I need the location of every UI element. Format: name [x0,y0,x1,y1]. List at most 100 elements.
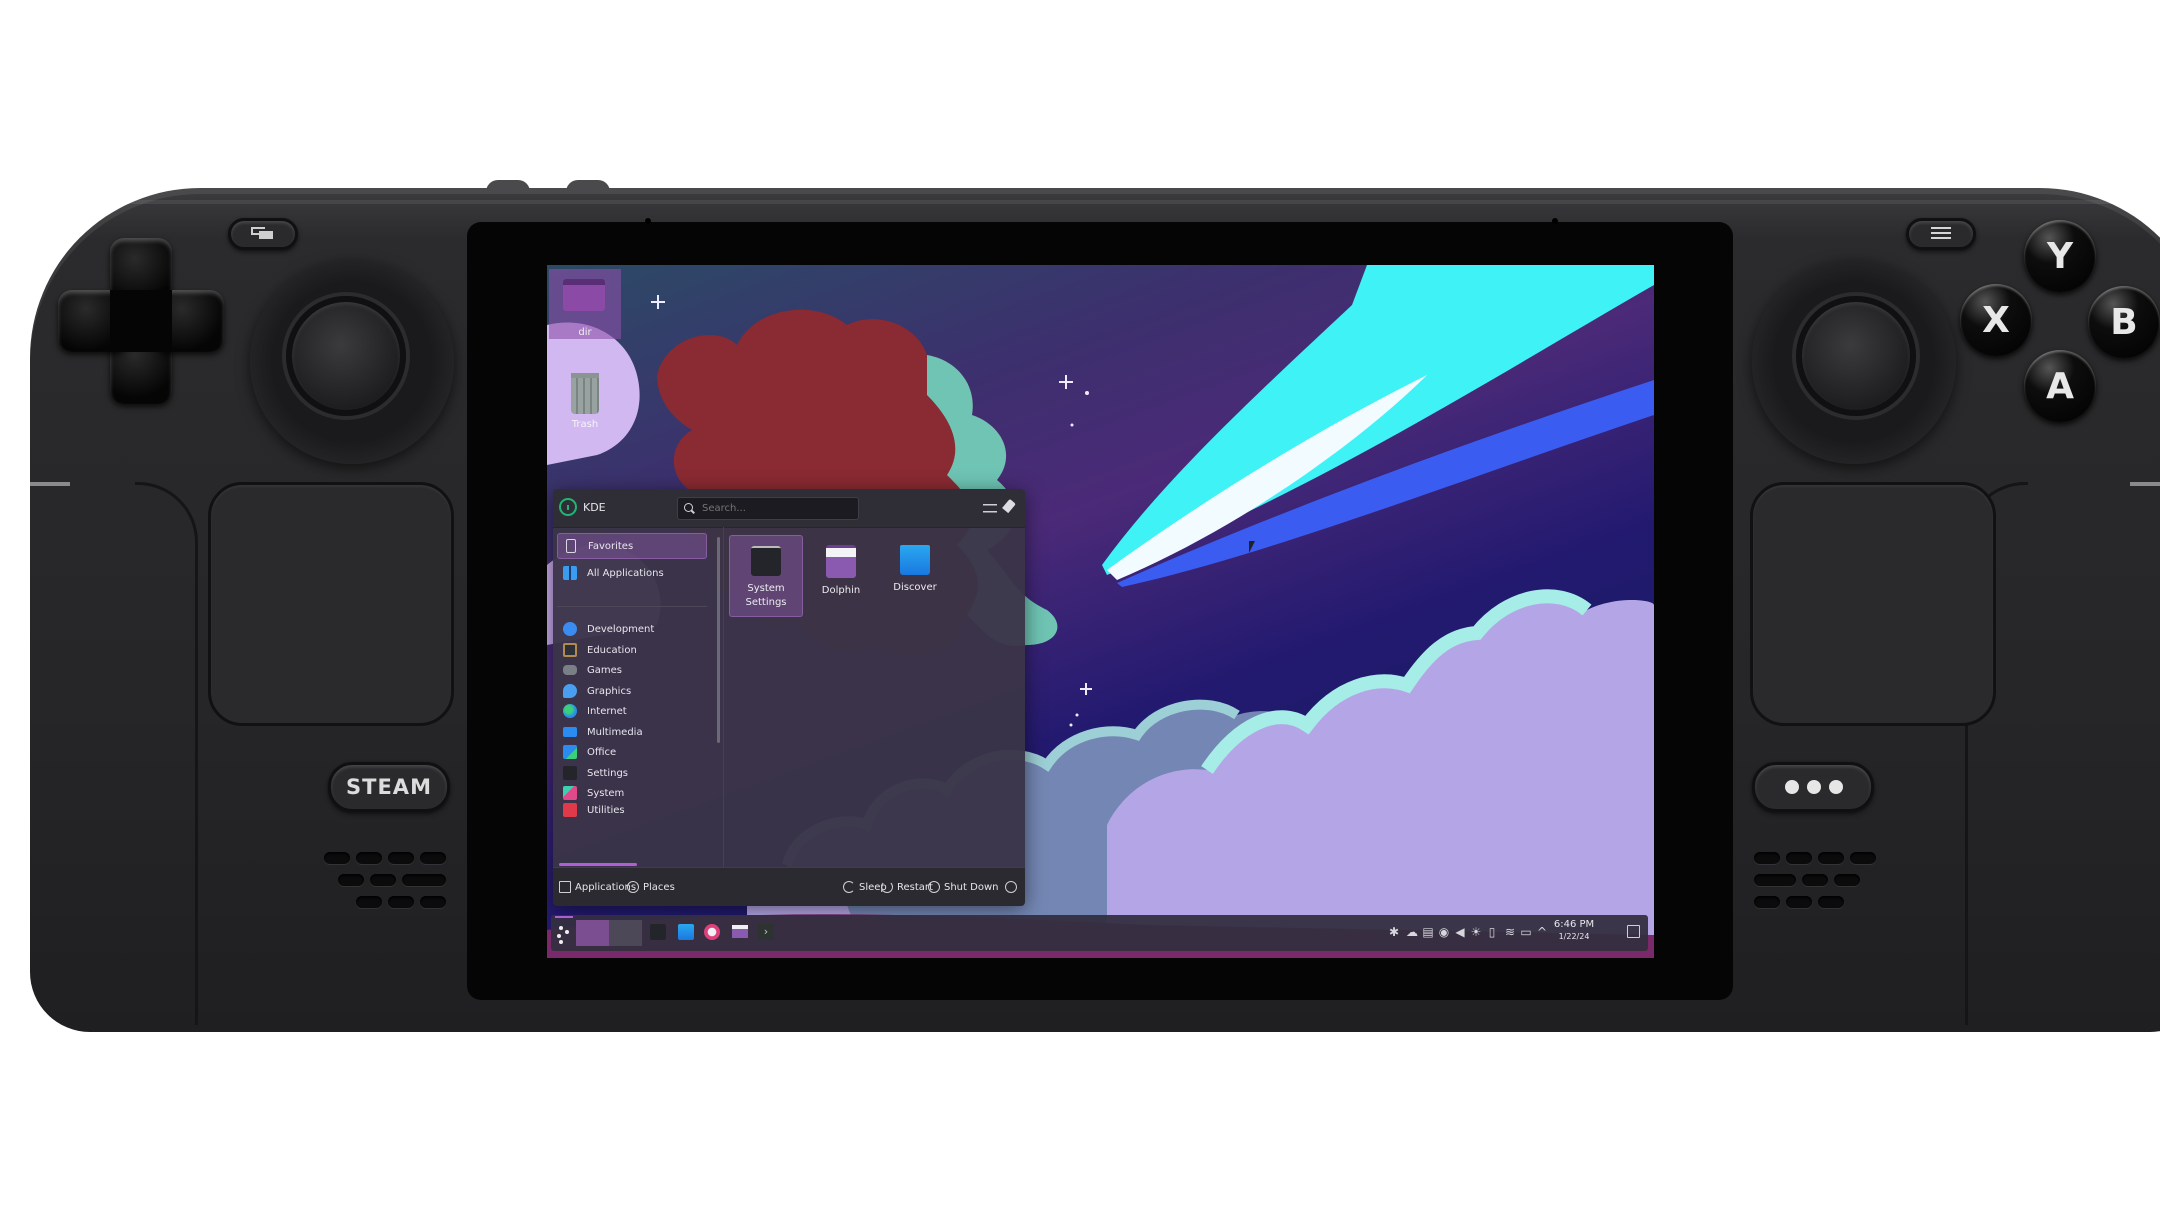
tab-places[interactable]: Places [627,868,675,906]
ambient-light-sensor [1552,218,1558,224]
category-list: Favorites All Applications Development E… [553,527,713,867]
menu-icon-middle [1931,232,1951,234]
a-button[interactable]: A [2024,350,2096,422]
steam-button-label: STEAM [346,775,432,799]
pager-desktop-2[interactable] [609,920,642,946]
steam-button[interactable]: STEAM [328,762,450,812]
mouse-cursor [1249,541,1261,553]
bookmark-icon [566,539,576,553]
expand-tray-icon[interactable]: ^ [1535,925,1549,939]
search-field[interactable] [677,497,859,520]
grille-slot [388,852,414,864]
desktop-icon-trash[interactable]: Trash [549,365,621,435]
category-label: Games [587,664,622,676]
trash-icon [571,373,599,414]
restart-button[interactable]: Restart [881,868,933,906]
volume-icon[interactable]: ◀ [1453,925,1467,939]
discover-bag-icon [900,545,930,575]
utilities-icon [563,803,577,817]
education-icon [563,643,577,657]
dolphin-folder-icon [826,545,856,578]
x-button[interactable]: X [1960,284,2032,356]
wifi-icon[interactable]: ≋ [1503,925,1517,939]
favorite-dolphin[interactable]: Dolphin [804,535,878,617]
category-scrollbar[interactable] [717,537,720,743]
dpad[interactable] [58,238,224,404]
clipboard-icon[interactable]: ▤ [1421,925,1435,939]
games-icon [563,665,577,675]
task-system-settings[interactable] [649,920,667,946]
grille-slot [356,852,382,864]
grille-slot [1754,852,1780,864]
steam-icon [704,924,720,940]
category-label: Settings [587,767,629,779]
quick-access-button[interactable] [1752,762,1874,812]
kde-application-launcher: KDE Favorites All Applications Developme… [553,489,1025,906]
app-label: Discover [893,582,937,593]
desktop-icon-label: dir [578,327,592,338]
application-launcher-button[interactable] [555,916,573,946]
category-separator [557,606,707,607]
shut-down-button[interactable]: Shut Down [928,868,998,906]
tab-applications[interactable]: Applications [559,868,636,906]
favorite-system-settings[interactable]: System Settings [729,535,803,617]
system-settings-icon [650,924,666,940]
category-favorites[interactable]: Favorites [557,533,707,559]
task-discover[interactable] [677,920,695,946]
brightness-icon[interactable]: ☀ [1469,925,1483,939]
desktop-screen[interactable]: dir Trash KDE Favorites All A [547,265,1654,958]
right-thumbstick[interactable] [1796,296,1916,416]
multimedia-icon [563,727,577,737]
device-icon[interactable]: ▯ [1485,925,1499,939]
y-button[interactable]: Y [2024,220,2096,292]
task-konsole[interactable]: › [757,920,775,946]
device-top-rim [30,200,2160,204]
task-dolphin[interactable] [731,920,749,946]
category-label: System [587,787,625,799]
configure-icon[interactable] [983,501,997,515]
graphics-icon [563,684,577,698]
launcher-active-indicator [555,916,573,918]
user-avatar-icon[interactable] [559,498,577,516]
pin-icon[interactable] [1002,498,1016,514]
dpad-center [110,290,172,352]
grille-slot [420,852,446,864]
grille-slot [1834,874,1860,886]
system-icon [563,786,577,800]
category-all-applications[interactable]: All Applications [557,560,707,586]
battery-icon[interactable]: ▭ [1519,925,1533,939]
digital-clock[interactable]: 6:46 PM 1/22/24 [1551,919,1597,943]
grille-slot [1850,852,1876,864]
category-utilities[interactable]: Utilities [557,801,707,819]
discover-bag-icon [678,924,694,940]
user-name: KDE [583,501,606,514]
b-button[interactable]: B [2088,286,2160,358]
right-trackpad[interactable] [1750,482,1996,726]
desktop-icon-dir[interactable]: dir [549,269,621,339]
left-trackpad[interactable] [208,482,454,726]
left-grip-seam [135,482,198,1025]
ambient-light-sensor [645,218,651,224]
notifications-icon[interactable]: ✱ [1387,925,1401,939]
desktop-icon-label: Trash [571,419,599,430]
favorites-grid: System Settings Dolphin Discover [727,527,1023,867]
search-input[interactable] [700,502,854,515]
show-desktop-icon[interactable] [1627,925,1640,938]
sleep-icon [843,881,855,893]
pager-desktop-1[interactable] [576,920,609,946]
favorite-discover[interactable]: Discover [878,535,952,617]
task-steam[interactable] [703,920,721,946]
more-actions-button[interactable] [1005,868,1021,906]
grille-slot [1818,852,1844,864]
cloud-sync-icon[interactable]: ☁ [1405,925,1419,939]
menu-button[interactable] [1906,218,1976,250]
grille-slot [370,874,396,886]
taskbar: › ✱ ☁ ▤ ◉ ◀ ☀ ▯ ≋ ▭ ^ 6:46 PM 1/22/24 [551,915,1648,951]
view-button[interactable] [228,218,298,250]
media-player-icon[interactable]: ◉ [1437,925,1451,939]
left-thumbstick[interactable] [286,296,406,416]
applications-grid-icon [559,881,571,893]
grille-slot [420,896,446,908]
launcher-header: KDE [553,489,1025,528]
category-label: Internet [587,705,627,717]
